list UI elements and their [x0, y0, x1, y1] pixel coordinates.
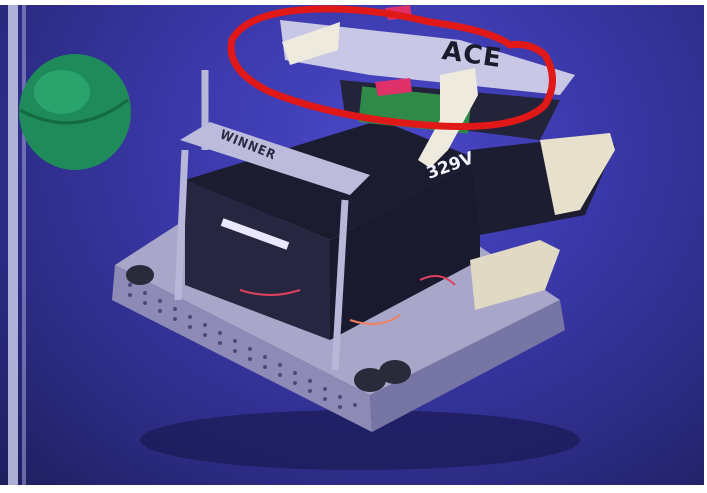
field-line-left: [8, 5, 18, 485]
green-ball: [19, 54, 131, 170]
photo-frame: ACE WINNER 329V: [0, 0, 707, 493]
field-line-left-inner: [22, 5, 26, 485]
right-arms: [470, 133, 615, 310]
robot-scene: [8, 5, 615, 485]
